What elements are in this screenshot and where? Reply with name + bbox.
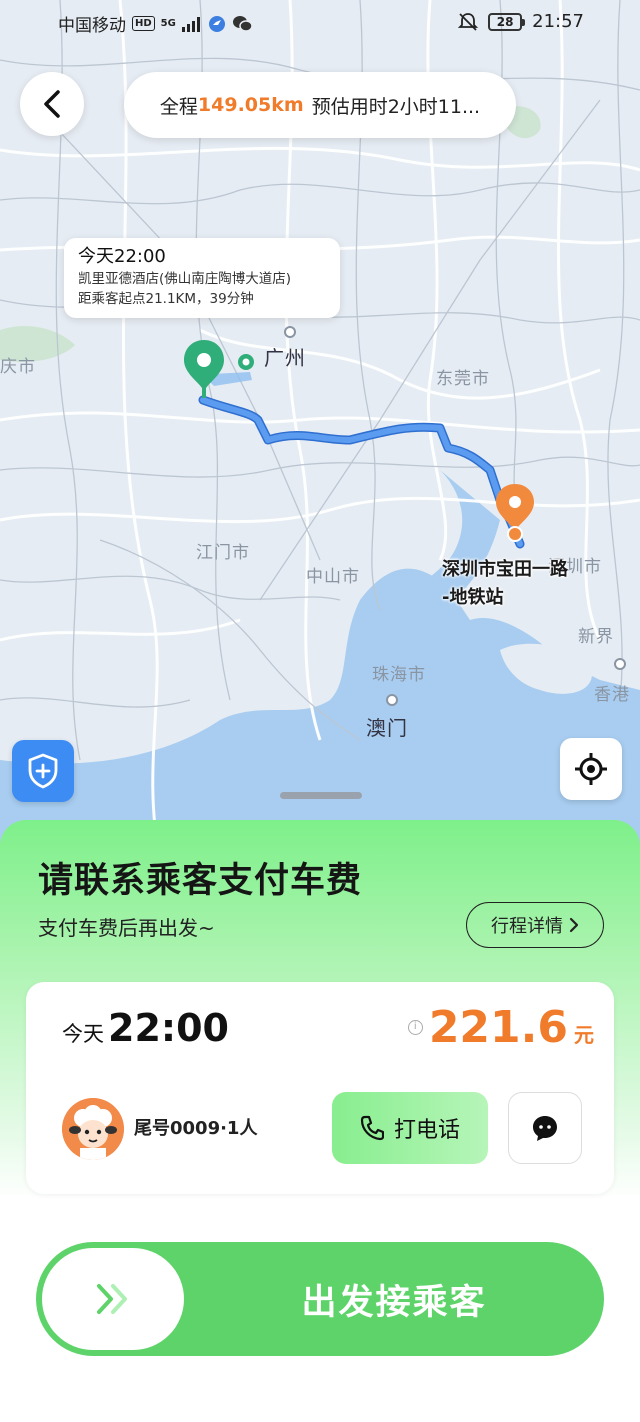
- network-type: 5G: [160, 18, 176, 29]
- route-summary: 全程 149.05km 预估用时2小时11...: [124, 72, 516, 138]
- depart-label: 出发接乘客: [301, 1282, 487, 1323]
- map-label-hongkong: 香港: [594, 685, 630, 705]
- order-card: 今天 22:00 i 221.6 元 尾号0009·1人 打电话: [26, 982, 614, 1194]
- call-label: 打电话: [393, 1118, 460, 1143]
- destination-marker-icon[interactable]: [494, 482, 536, 542]
- clock: 21:57: [532, 11, 584, 32]
- pickup-marker-icon[interactable]: [182, 338, 226, 400]
- pickup-distance: 距乘客起点21.1KM，39分钟: [78, 291, 254, 307]
- map-label-zhongshan: 中山市: [306, 567, 360, 587]
- trip-detail-label: 行程详情: [491, 916, 563, 937]
- locate-button[interactable]: [560, 738, 622, 800]
- status-bar: 中国移动 HD 5G 28 21:57: [0, 0, 640, 44]
- order-time: 今天 22:00: [62, 1006, 229, 1050]
- destination-label: 深圳市宝田一路 -地铁站: [442, 556, 568, 612]
- order-clock: 22:00: [108, 1006, 229, 1050]
- pickup-time: 今天22:00: [78, 246, 166, 267]
- phone-icon: [360, 1115, 384, 1141]
- pickup-place: 凯里亚德酒店(佛山南庄陶博大道店): [78, 271, 292, 287]
- map-label-macau: 澳门: [366, 716, 408, 740]
- back-button[interactable]: [20, 72, 84, 136]
- signal-icon: [181, 16, 200, 32]
- call-button[interactable]: 打电话: [332, 1092, 488, 1164]
- chevron-left-icon: [44, 90, 60, 118]
- pickup-info-bubble: 今天22:00 凯里亚德酒店(佛山南庄陶博大道店) 距乘客起点21.1KM，39…: [64, 238, 340, 318]
- wechat-icon: [232, 15, 252, 32]
- map-label-zhuhai: 珠海市: [372, 665, 426, 685]
- sheet-drag-handle[interactable]: [280, 792, 362, 799]
- route-distance: 149.05km: [197, 94, 304, 116]
- crosshair-icon: [575, 753, 607, 785]
- chat-bubble-icon: [533, 1116, 557, 1141]
- price-amount: 221.6: [428, 1002, 568, 1053]
- hd-badge: HD: [132, 16, 155, 31]
- safety-button[interactable]: [12, 740, 74, 802]
- sheet-subtitle: 支付车费后再出发~: [38, 916, 215, 940]
- route-estimate: 预估用时2小时11...: [311, 95, 481, 118]
- mute-bell-icon: [458, 12, 479, 31]
- carrier-label: 中国移动: [58, 16, 126, 36]
- passenger-info: 尾号0009·1人: [134, 1118, 258, 1139]
- map-label-jiangmen: 江门市: [196, 543, 250, 563]
- order-day: 今天: [62, 1022, 104, 1046]
- sheep-avatar-icon: [62, 1098, 124, 1160]
- order-price: i 221.6 元: [407, 1002, 594, 1053]
- trip-detail-button[interactable]: 行程详情: [466, 902, 604, 948]
- driver-position-icon: [238, 354, 254, 370]
- battery-indicator: 28: [488, 12, 526, 31]
- price-unit: 元: [574, 1023, 594, 1047]
- depart-slider[interactable]: 出发接乘客: [36, 1242, 604, 1356]
- map-label-west: 庆市: [0, 357, 36, 377]
- map-label-dongguan: 东莞市: [436, 369, 490, 389]
- destination-line1: 深圳市宝田一路: [442, 559, 568, 580]
- avatar: [62, 1098, 124, 1160]
- route-prefix: 全程: [159, 95, 198, 118]
- chevron-right-icon: [569, 917, 579, 933]
- destination-line2: -地铁站: [442, 587, 504, 608]
- map-label-guangzhou: 广州: [264, 346, 306, 370]
- map-label-xinjie: 新界: [578, 627, 614, 647]
- bottom-sheet: 请联系乘客支付车费 支付车费后再出发~ 行程详情 今天 22:00 i 221.…: [0, 820, 640, 1422]
- shield-plus-icon: [28, 753, 58, 789]
- slider-knob[interactable]: [42, 1248, 184, 1350]
- message-button[interactable]: [508, 1092, 582, 1164]
- double-chevron-right-icon: [97, 1284, 127, 1314]
- sheet-title: 请联系乘客支付车费: [38, 861, 363, 901]
- app-notification-icon: [208, 15, 225, 32]
- price-info-icon[interactable]: i: [407, 1020, 423, 1035]
